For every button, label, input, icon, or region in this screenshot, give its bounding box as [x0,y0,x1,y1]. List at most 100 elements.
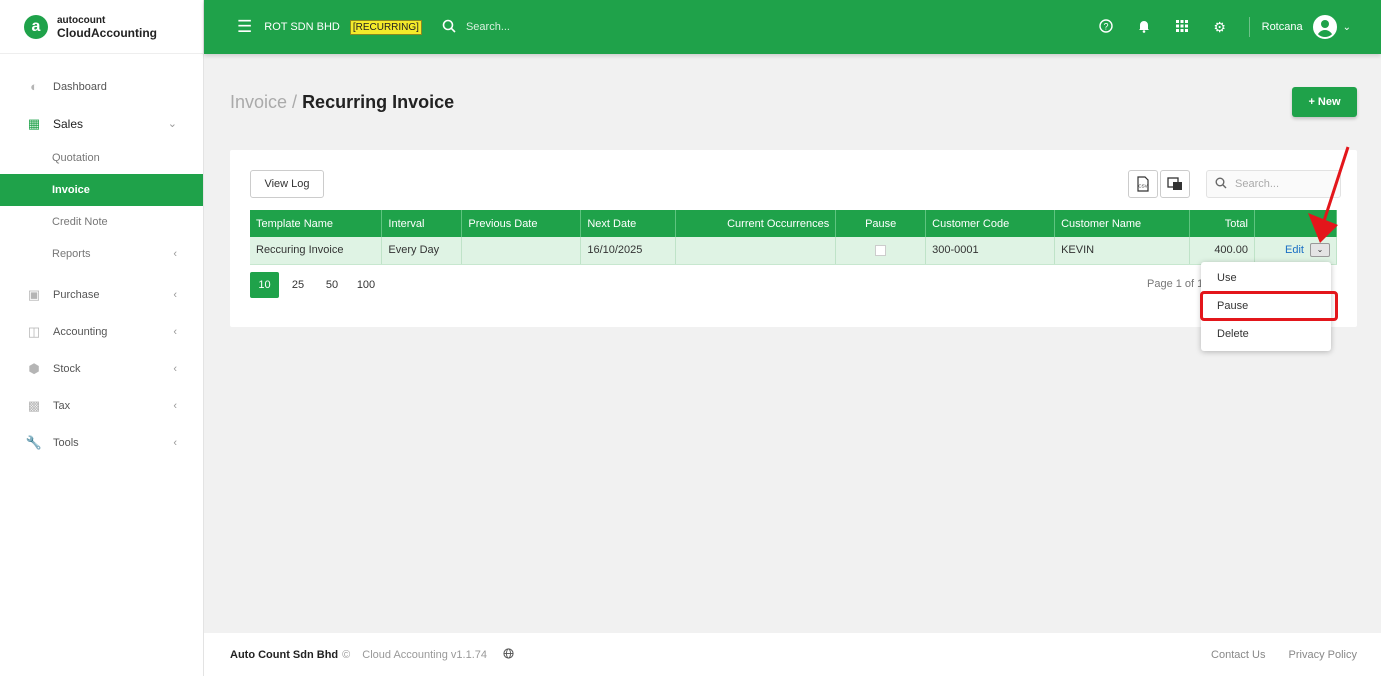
apps-grid-icon[interactable] [1163,19,1201,35]
table-header-row: Template Name Interval Previous Date Nex… [250,210,1338,237]
column-header[interactable]: Pause [835,210,927,237]
export-csv-button[interactable]: CSV [1128,170,1158,198]
sidebar-item-label: Tools [53,436,79,449]
page-size-option[interactable]: 25 [281,272,315,298]
chevron-left-icon: ‹ [173,288,177,301]
search-icon [1215,177,1227,192]
sidebar-item-credit-note[interactable]: Credit Note [0,206,203,238]
annotation-highlight-box [1200,291,1338,321]
table-row[interactable]: Reccuring Invoice Every Day 16/10/2025 3… [250,237,1338,265]
page-size-selector: 10 25 50 100 [250,272,383,298]
purchase-icon: ▣ [27,286,41,302]
sidebar-item-dashboard[interactable]: ◐ Dashboard [0,68,203,105]
search-icon[interactable] [442,19,456,36]
sidebar-item-stock[interactable]: ⬢ Stock ‹ [0,350,203,387]
cell-total: 400.00 [1189,237,1255,265]
breadcrumb-parent[interactable]: Invoice / [230,92,297,112]
help-icon[interactable]: ? [1087,18,1125,36]
gear-icon[interactable]: ⚙ [1201,19,1239,36]
copyright-symbol: © [342,648,351,661]
sidebar-item-tax[interactable]: ▩ Tax ‹ [0,387,203,424]
pause-checkbox[interactable] [875,244,887,256]
top-bar: ☰ ROT SDN BHD [RECURRING] Search... ? ⚙ … [204,0,1381,54]
recurring-invoice-card: View Log CSV Search... Template Name Int… [230,150,1357,327]
chevron-down-icon[interactable]: ⌄ [1343,22,1351,33]
annotation-arrow [1308,146,1350,243]
hamburger-menu-icon[interactable]: ☰ [237,17,252,37]
svg-text:?: ? [1103,21,1108,31]
logo-bottom-text: CloudAccounting [57,25,157,40]
sidebar-item-label: Stock [53,362,81,375]
page-size-option[interactable]: 50 [315,272,349,298]
new-button[interactable]: + New [1292,87,1357,117]
column-header[interactable]: Total [1189,210,1255,237]
sidebar-item-tools[interactable]: 🔧 Tools ‹ [0,424,203,461]
column-header[interactable]: Interval [381,210,463,237]
chevron-left-icon: ‹ [173,362,177,375]
page-size-option[interactable]: 10 [250,272,279,298]
cell-next-date: 16/10/2025 [580,237,677,265]
cell-customer-name: KEVIN [1054,237,1190,265]
chevron-left-icon: ‹ [173,436,177,449]
column-header[interactable]: Customer Name [1054,210,1190,237]
column-chooser-button[interactable] [1160,170,1190,198]
menu-item-delete[interactable]: Delete [1201,320,1331,348]
divider [1248,17,1250,37]
bell-icon[interactable] [1125,19,1163,36]
sidebar-item-quotation[interactable]: Quotation [0,142,203,174]
sidebar-item-reports[interactable]: Reports ‹ [0,238,203,270]
footer-version: Cloud Accounting v1.1.74 [362,648,488,661]
avatar[interactable] [1312,15,1337,39]
sales-icon: ▦ [27,115,41,131]
csv-icon: CSV [1137,176,1149,192]
cell-pause [835,237,927,265]
page-title: Invoice / Recurring Invoice [230,92,454,113]
sidebar-item-label: Credit Note [52,216,108,228]
sidebar-item-label: Purchase [53,288,100,301]
username[interactable]: Rotcana [1262,21,1303,33]
cell-previous-date [461,237,582,265]
accounting-icon: ◫ [27,323,41,339]
view-log-button[interactable]: View Log [250,170,324,198]
sidebar-item-label: Sales [53,116,84,131]
breadcrumb-current: Recurring Invoice [302,92,455,112]
company-name[interactable]: ROT SDN BHD [264,21,340,33]
sidebar-item-label: Accounting [53,325,108,338]
sidebar-item-label: Dashboard [53,80,107,93]
edit-link[interactable]: Edit [1285,244,1304,256]
cell-template-name: Reccuring Invoice [250,237,383,265]
sidebar-item-label: Invoice [52,184,90,196]
dashboard-icon: ◐ [30,79,38,94]
chevron-left-icon: ‹ [173,325,177,338]
privacy-policy-link[interactable]: Privacy Policy [1289,649,1357,661]
page-size-option[interactable]: 100 [349,272,383,298]
footer: Auto Count Sdn Bhd © Cloud Accounting v1… [204,633,1381,676]
row-actions-dropdown-button[interactable]: ⌄ [1310,243,1330,258]
sidebar-item-label: Reports [52,248,91,260]
chevron-down-icon: ⌄ [167,118,177,130]
column-header[interactable]: Current Occurrences [675,210,837,237]
stock-icon: ⬢ [28,360,40,376]
app-logo[interactable]: a autocount CloudAccounting [0,0,203,54]
contact-us-link[interactable]: Contact Us [1211,649,1265,661]
column-header[interactable]: Next Date [580,210,677,237]
column-header[interactable]: Customer Code [925,210,1056,237]
sidebar: a autocount CloudAccounting ◐ Dashboard … [0,0,204,676]
sidebar-item-invoice[interactable]: Invoice [0,174,203,206]
columns-icon [1167,177,1182,190]
menu-item-use[interactable]: Use [1201,264,1331,292]
sidebar-item-purchase[interactable]: ▣ Purchase ‹ [0,276,203,313]
sidebar-item-sales[interactable]: ▦ Sales ⌄ [0,105,203,142]
globe-icon[interactable] [503,647,514,662]
sidebar-item-label: Quotation [52,152,100,164]
sidebar-item-label: Tax [53,399,71,412]
sidebar-nav: ◐ Dashboard ▦ Sales ⌄ Quotation Invoice … [0,54,203,461]
column-header[interactable]: Template Name [250,210,383,237]
cell-customer-code: 300-0001 [925,237,1056,265]
sidebar-item-accounting[interactable]: ◫ Accounting ‹ [0,313,203,350]
cell-interval: Every Day [381,237,463,265]
recurring-invoice-table: Template Name Interval Previous Date Nex… [250,210,1338,265]
chevron-left-icon: ‹ [173,399,177,412]
column-header[interactable]: Previous Date [461,210,582,237]
global-search-input[interactable]: Search... [466,21,510,33]
